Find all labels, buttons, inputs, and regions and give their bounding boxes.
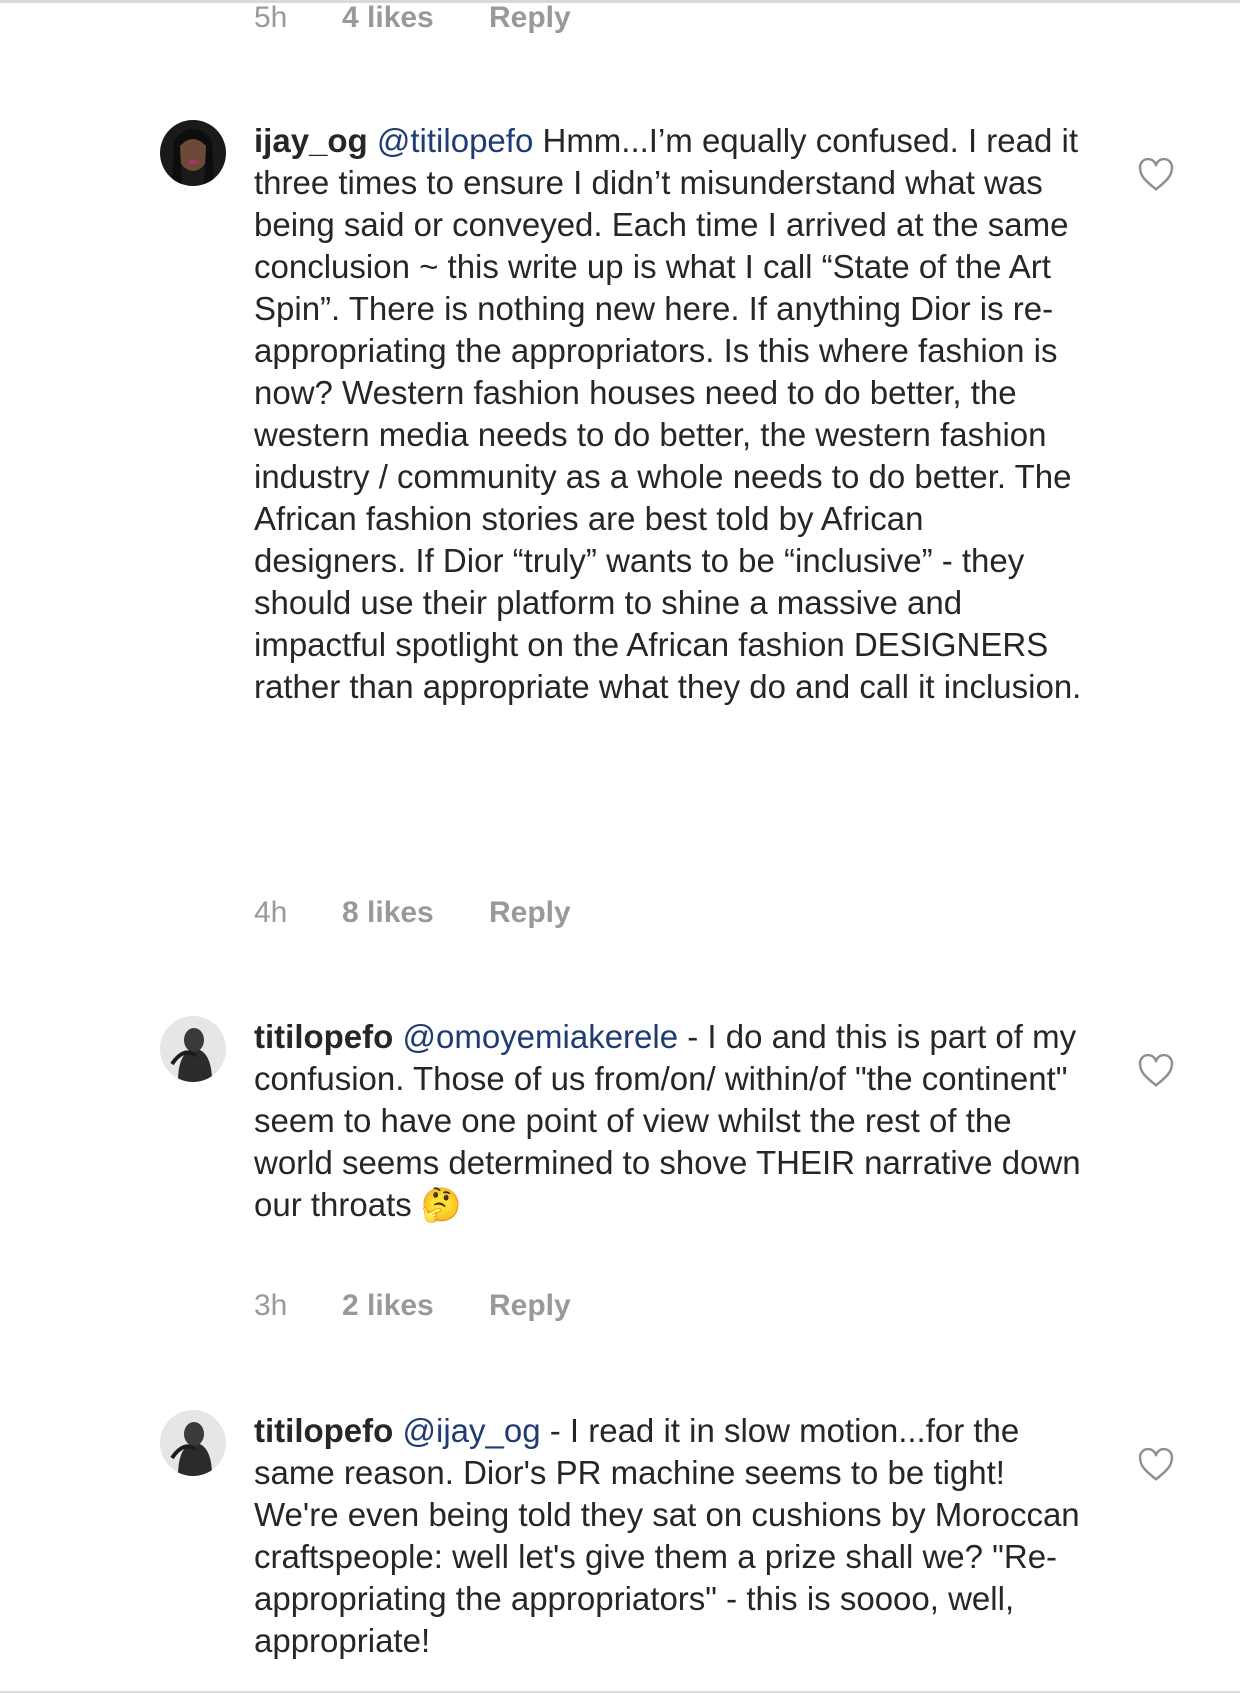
avatar[interactable] [160, 1410, 226, 1476]
comment-username[interactable]: titilopefo [254, 1018, 393, 1055]
heart-outline-icon[interactable] [1138, 158, 1174, 192]
comment-text: titilopefo @omoyemiakerele - I do and th… [254, 1016, 1084, 1226]
reply-button[interactable]: Reply [489, 1, 571, 35]
avatar-image [160, 1016, 226, 1082]
top-divider [0, 0, 1240, 3]
avatar-image [160, 1410, 226, 1476]
reply-button[interactable]: Reply [489, 896, 571, 930]
comment-username[interactable]: titilopefo [254, 1412, 393, 1449]
comment-text: ijay_og @titilopefo Hmm...I’m equally co… [254, 120, 1084, 708]
comment-meta-row: 4h 8 likes Reply [254, 895, 571, 931]
avatar-image [160, 120, 226, 186]
heart-outline-icon[interactable] [1138, 1448, 1174, 1482]
heart-outline-icon[interactable] [1138, 1054, 1174, 1088]
comment-body: - I read it in slow motion...for the sam… [254, 1412, 1080, 1659]
reply-button[interactable]: Reply [489, 1289, 571, 1323]
comment-mention[interactable]: @omoyemiakerele [402, 1018, 678, 1055]
avatar[interactable] [160, 1016, 226, 1082]
comment-likes[interactable]: 2 likes [342, 1289, 489, 1323]
comment-meta-row: 3h 2 likes Reply [254, 1288, 571, 1324]
comment-mention[interactable]: @ijay_og [402, 1412, 540, 1449]
comment-text: titilopefo @ijay_og - I read it in slow … [254, 1410, 1084, 1662]
comment-body: Hmm...I’m equally confused. I read it th… [254, 122, 1082, 705]
comment-time: 3h [254, 1289, 288, 1322]
comment-meta-row: 5h 4 likes Reply [254, 0, 571, 36]
avatar[interactable] [160, 120, 226, 186]
comment-likes[interactable]: 8 likes [342, 896, 489, 930]
comment-mention[interactable]: @titilopefo [377, 122, 533, 159]
comment-time: 4h [254, 896, 288, 929]
comment-username[interactable]: ijay_og [254, 122, 368, 159]
comment-likes[interactable]: 4 likes [342, 1, 489, 35]
comment-time: 5h [254, 1, 288, 34]
